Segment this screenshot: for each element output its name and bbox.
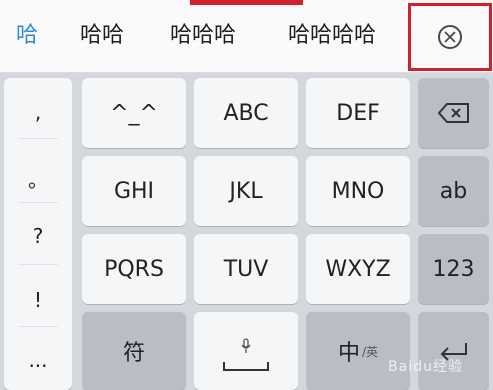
key-abc[interactable]: ABC — [194, 78, 298, 148]
candidate-3[interactable]: 哈哈哈 — [170, 20, 236, 52]
key-wxyz[interactable]: WXYZ — [306, 234, 410, 304]
microphone-icon — [241, 338, 251, 353]
watermark: Baidu经验 — [388, 359, 463, 375]
backspace-key[interactable] — [418, 78, 489, 148]
lang-label: 中 — [337, 341, 360, 366]
backspace-icon — [437, 103, 469, 123]
punct-ellipsis[interactable]: ... — [4, 348, 72, 372]
key-symbol[interactable]: 符 — [82, 312, 186, 390]
key-123[interactable]: 123 — [418, 234, 489, 304]
punctuation-column: , 。 ? ! ... — [4, 78, 72, 390]
close-circle-icon[interactable] — [438, 25, 462, 49]
punct-comma[interactable]: , — [4, 100, 72, 124]
key-emoticon[interactable]: ^_^ — [82, 78, 186, 148]
keyboard: , 。 ? ! ... ^_^ ABC DEF GHI JKL MNO ab P… — [0, 72, 493, 390]
lang-alt-label: /英 — [361, 344, 379, 359]
key-ab[interactable]: ab — [418, 156, 489, 226]
candidate-bar: 哈 哈哈 哈哈哈 哈哈哈哈 — [0, 0, 493, 73]
punct-exclaim[interactable]: ! — [4, 288, 72, 312]
key-mno[interactable]: MNO — [306, 156, 410, 226]
punct-question[interactable]: ? — [4, 224, 72, 248]
close-candidates-highlight — [408, 3, 492, 71]
key-tuv[interactable]: TUV — [194, 234, 298, 304]
highlight-top-edge — [190, 0, 303, 5]
candidate-2[interactable]: 哈哈 — [80, 20, 124, 52]
enter-key[interactable] — [418, 312, 489, 390]
candidate-4[interactable]: 哈哈哈哈 — [288, 20, 376, 52]
space-key[interactable] — [194, 312, 298, 390]
punct-period[interactable]: 。 — [4, 164, 72, 193]
key-ghi[interactable]: GHI — [82, 156, 186, 226]
key-pqrs[interactable]: PQRS — [82, 234, 186, 304]
space-bar-icon — [223, 362, 269, 371]
key-language[interactable]: 中 /英 — [306, 312, 410, 390]
candidate-1[interactable]: 哈 — [16, 20, 38, 52]
key-def[interactable]: DEF — [306, 78, 410, 148]
key-jkl[interactable]: JKL — [194, 156, 298, 226]
